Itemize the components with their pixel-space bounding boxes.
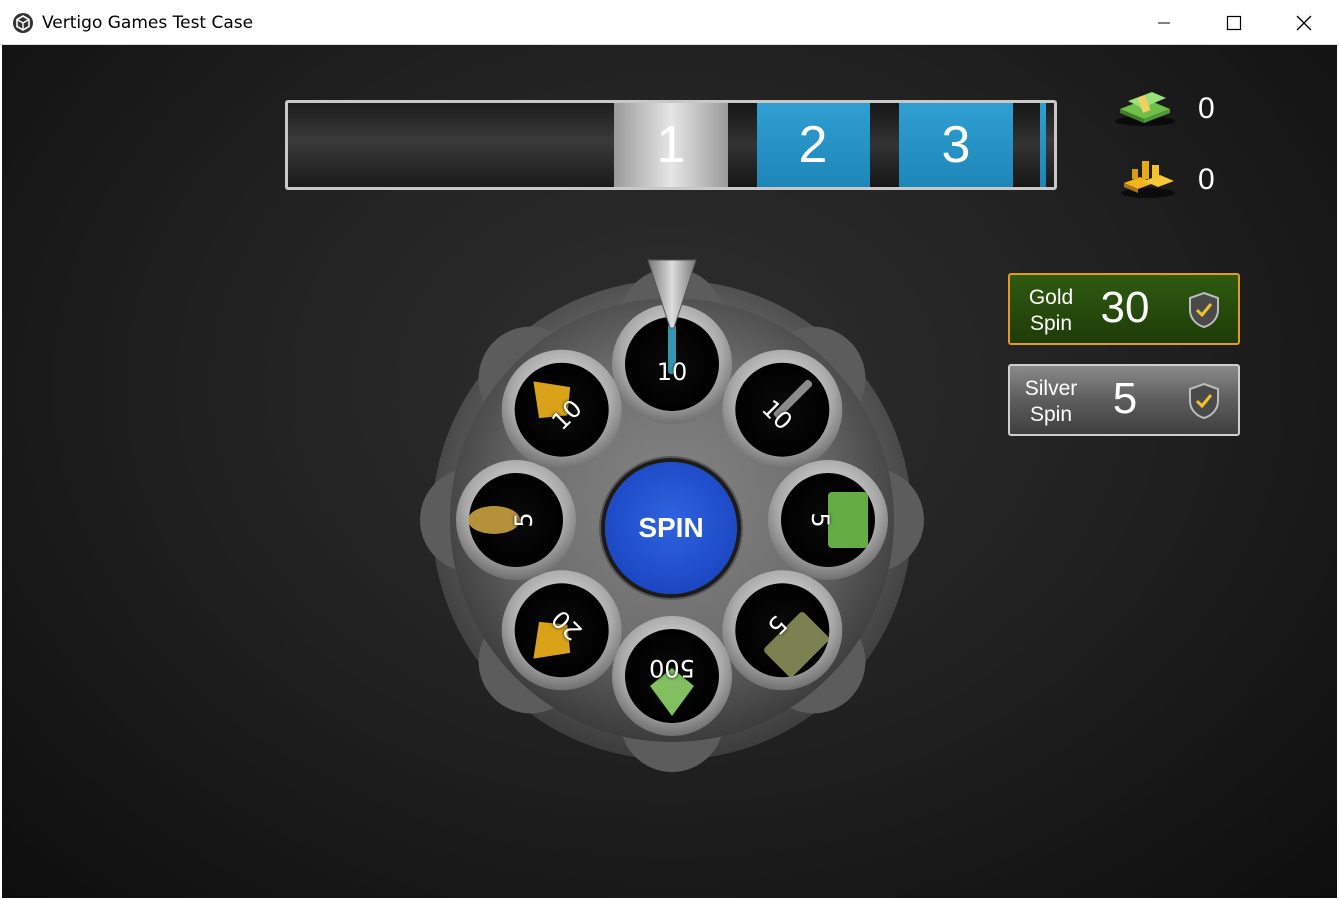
minimize-icon (1158, 22, 1170, 23)
gold-spin-label: Gold Spin (1028, 286, 1074, 335)
maximize-button[interactable] (1199, 0, 1269, 45)
stage-divider (870, 103, 899, 187)
shield-check-icon (1189, 291, 1219, 329)
silver-spin-count: 5 (1112, 374, 1138, 423)
ammo-crate-icon (828, 492, 868, 548)
slot-amount: 10 (656, 358, 688, 386)
gold-bars-icon (1121, 161, 1175, 198)
game-viewport: 1 2 3 0 0 Gold Spin 30 Silver Spin 5 SPI… (2, 45, 1337, 898)
stage-2: 2 (756, 103, 870, 187)
cash-amount: 0 (1198, 92, 1215, 125)
stage-3: 3 (899, 103, 1013, 187)
unity-app-icon (13, 13, 33, 33)
gold-amount: 0 (1198, 163, 1215, 196)
stage-1-current: 1 (614, 103, 728, 187)
close-icon (1296, 15, 1312, 30)
stage-divider (1013, 103, 1040, 187)
shield-check-icon (1189, 382, 1219, 420)
window-title: Vertigo Games Test Case (42, 13, 254, 33)
cash-stack-icon (1115, 92, 1175, 126)
slot-amount: 5 (806, 512, 834, 528)
slot-amount: 5 (510, 512, 538, 528)
item-shape (828, 492, 868, 548)
gold-spin-count: 30 (1100, 283, 1150, 332)
minimize-button[interactable] (1129, 0, 1199, 45)
stage-number: 1 (656, 116, 686, 174)
silver-spin-label: Silver Spin (1024, 377, 1078, 426)
stage-number: 2 (798, 116, 828, 174)
stage-number: 3 (941, 116, 971, 174)
window-titlebar: Vertigo Games Test Case (0, 0, 1339, 45)
slot-amount: 500 (649, 654, 695, 682)
silver-spin-button[interactable]: Silver Spin 5 (1008, 364, 1240, 436)
stage-divider (728, 103, 757, 187)
close-button[interactable] (1269, 0, 1339, 45)
gold-spin-button[interactable]: Gold Spin 30 (1008, 273, 1240, 345)
spin-button[interactable]: SPIN (605, 462, 737, 594)
maximize-icon (1226, 15, 1242, 30)
